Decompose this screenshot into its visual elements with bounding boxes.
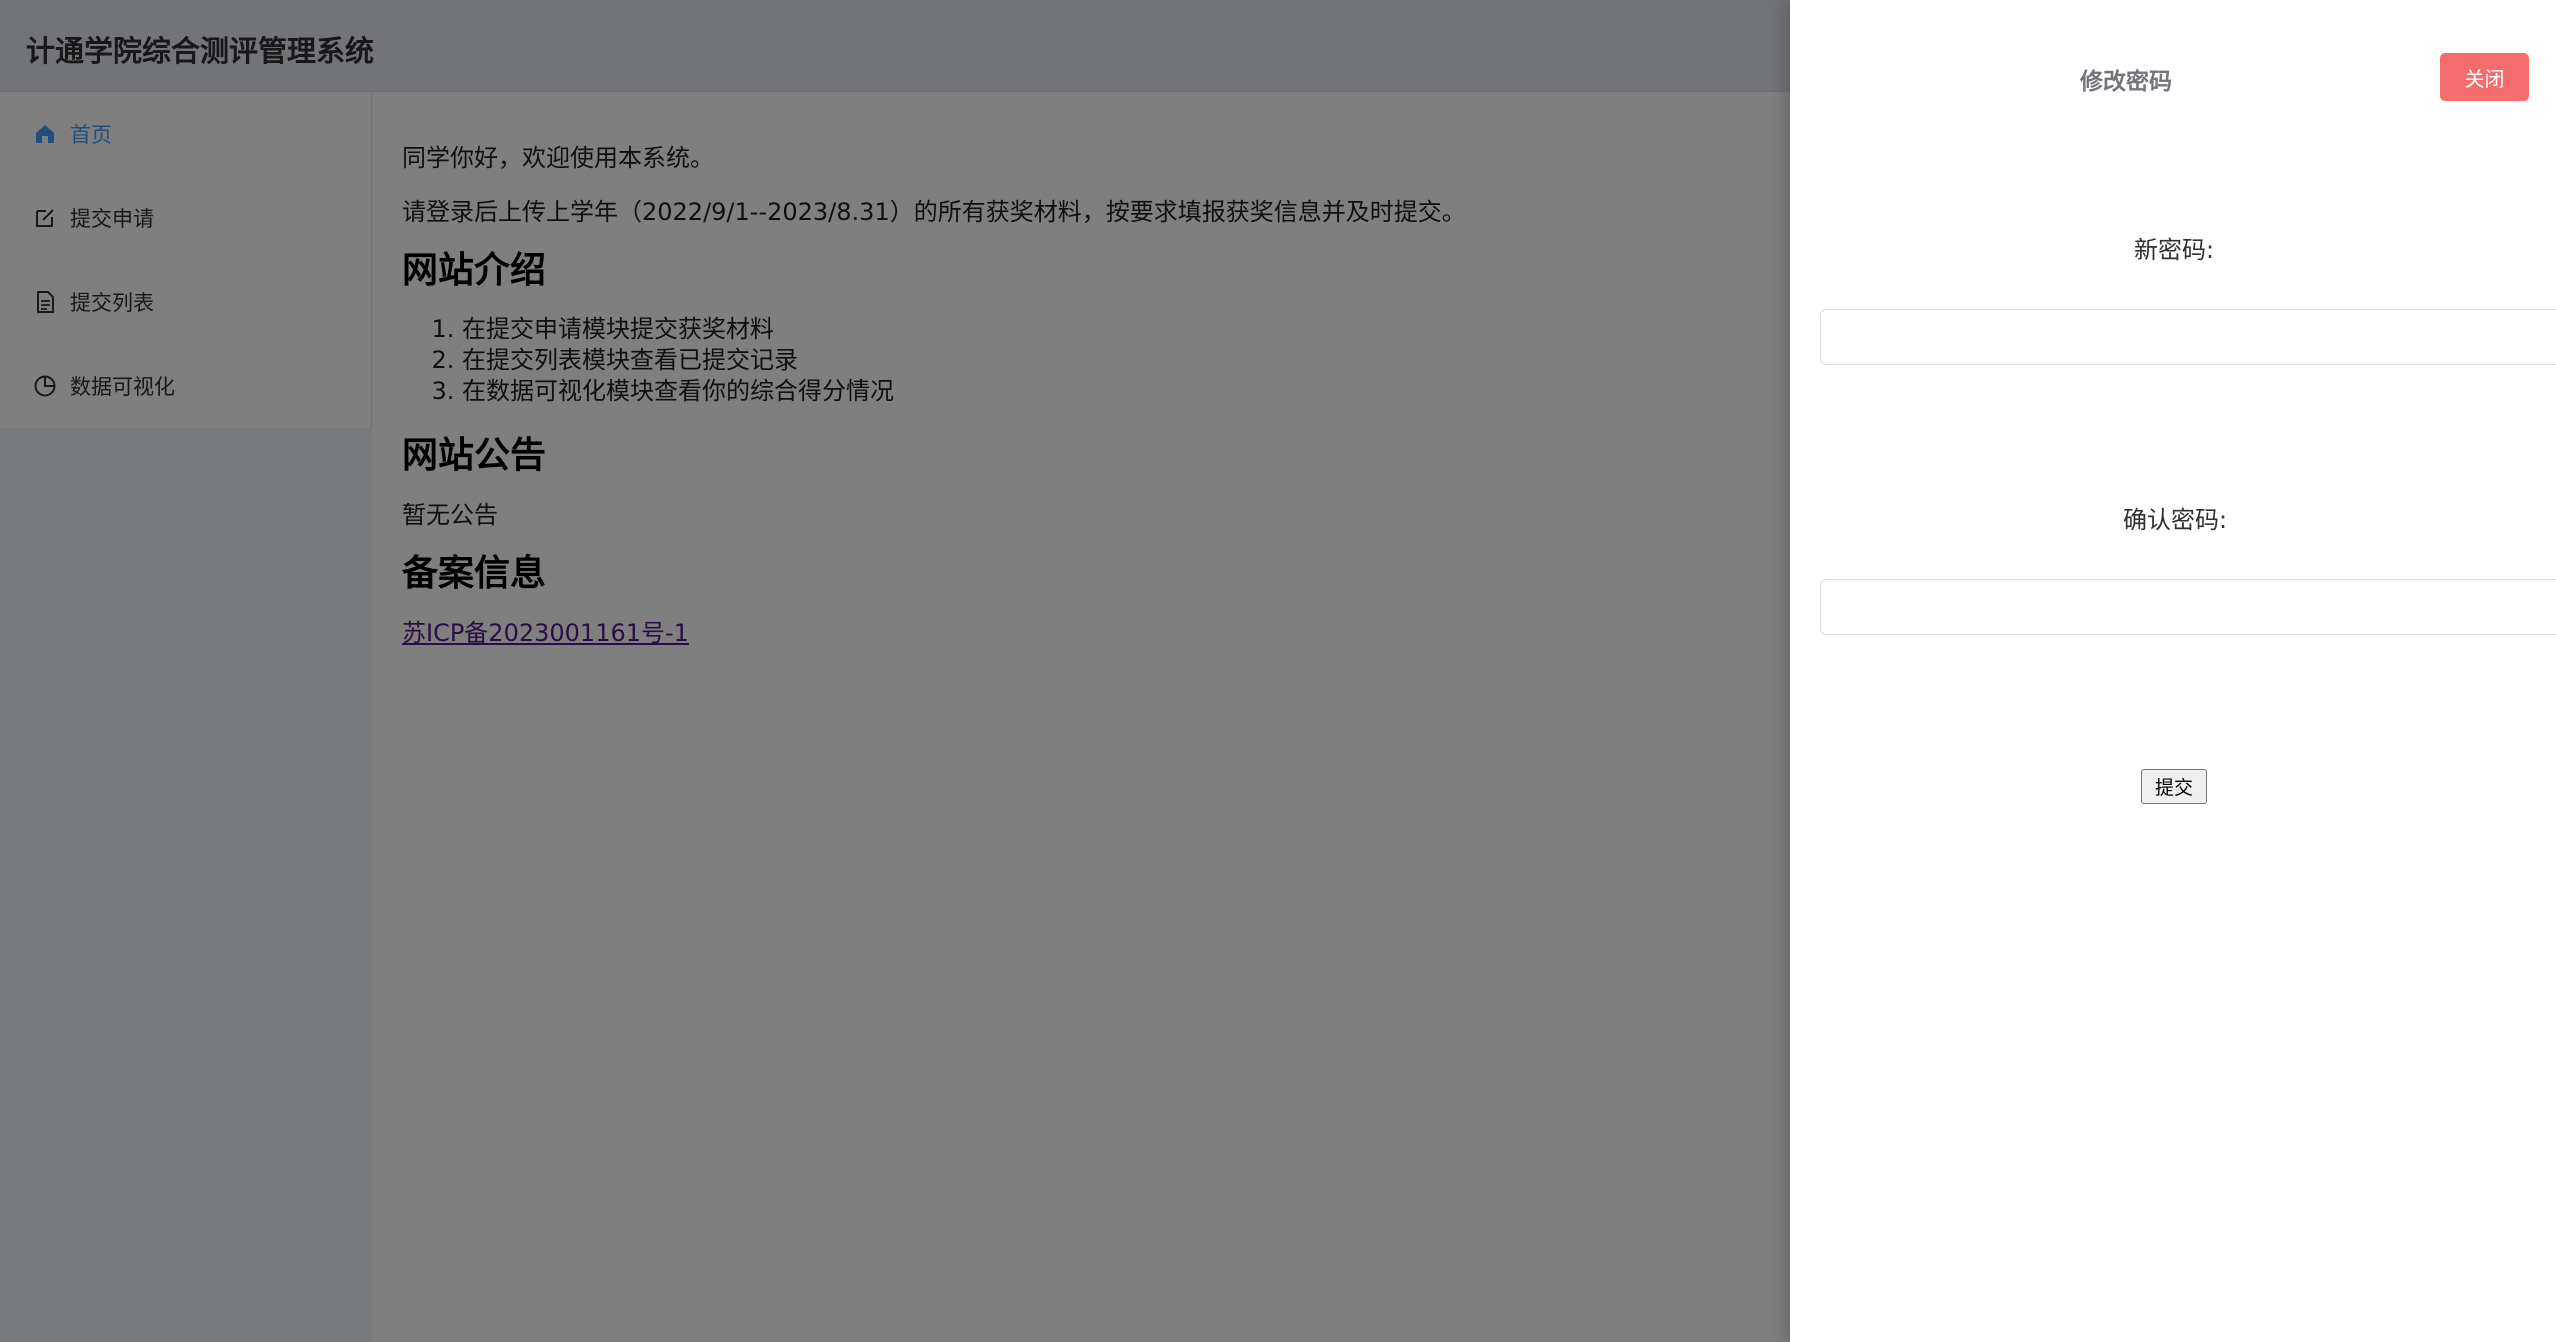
new-password-input[interactable] bbox=[1820, 309, 2556, 365]
new-password-label: 新密码: bbox=[2134, 236, 2215, 264]
confirm-password-label: 确认密码: bbox=[2123, 506, 2228, 534]
close-button[interactable]: 关闭 bbox=[2440, 53, 2529, 101]
submit-button[interactable]: 提交 bbox=[2141, 769, 2207, 804]
confirm-password-input[interactable] bbox=[1820, 579, 2556, 635]
change-password-drawer: 修改密码 关闭 新密码: 确认密码: 提交 bbox=[1790, 0, 2556, 1342]
drawer-title: 修改密码 bbox=[2080, 69, 2172, 95]
